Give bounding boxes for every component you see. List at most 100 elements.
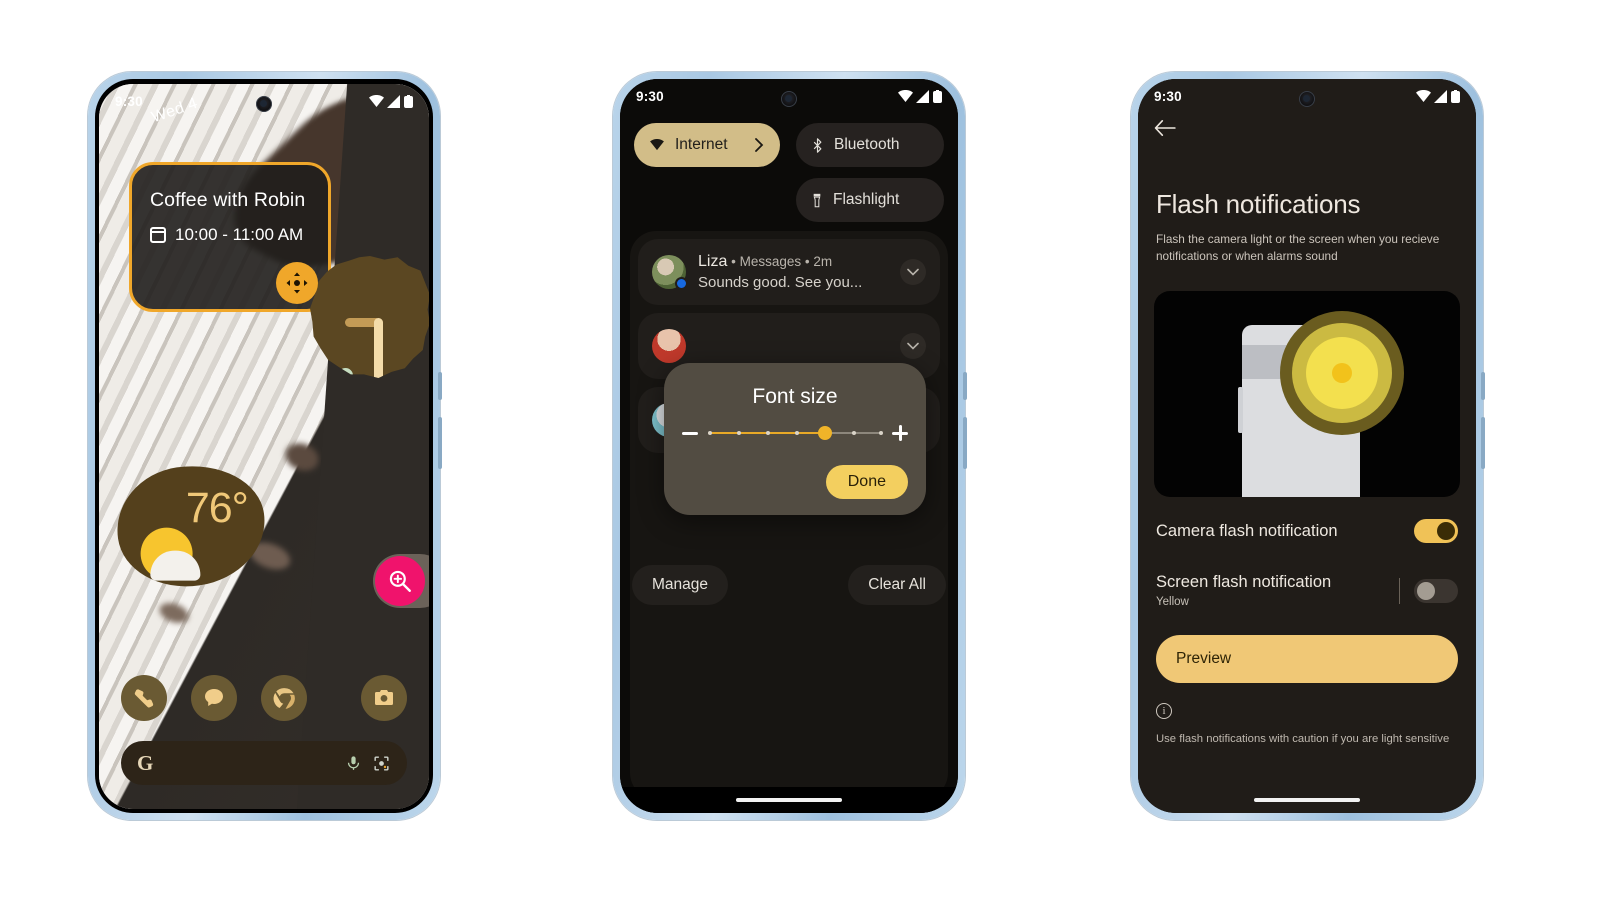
weather-temperature: 76° — [185, 484, 248, 533]
slider-thumb[interactable] — [817, 426, 832, 440]
magnifier-plus-icon[interactable] — [375, 556, 425, 606]
clock-minute-hand — [374, 318, 383, 378]
phone-app[interactable] — [121, 675, 167, 721]
tile-bluetooth[interactable]: Bluetooth — [796, 123, 944, 167]
flash-illustration — [1154, 291, 1460, 497]
navigation-bar — [620, 787, 958, 813]
battery-icon — [404, 94, 413, 108]
calendar-widget-title: Coffee with Robin — [150, 189, 306, 211]
preview-button[interactable]: Preview — [1156, 635, 1458, 683]
messages-app[interactable] — [191, 675, 237, 721]
power-button[interactable] — [1481, 417, 1485, 469]
tile-internet-label: Internet — [675, 136, 728, 153]
move-resize-icon[interactable] — [276, 262, 318, 304]
manage-button[interactable]: Manage — [632, 565, 729, 605]
camera-flash-toggle[interactable] — [1414, 519, 1458, 543]
wifi-icon — [650, 139, 664, 151]
google-search-bar[interactable]: G — [121, 741, 407, 785]
caution-text: Use flash notifications with caution if … — [1156, 733, 1450, 745]
navigation-bar — [1138, 789, 1476, 811]
cellular-icon — [387, 94, 400, 108]
chevron-down-icon[interactable] — [900, 333, 926, 359]
magnification-shortcut[interactable] — [373, 554, 429, 608]
plus-icon[interactable] — [892, 425, 908, 441]
tile-internet[interactable]: Internet — [634, 123, 780, 167]
status-icons — [898, 89, 942, 103]
google-logo-icon: G — [137, 750, 154, 775]
chevron-down-icon[interactable] — [900, 259, 926, 285]
google-lens-icon[interactable] — [372, 754, 391, 773]
done-button[interactable]: Done — [825, 465, 908, 499]
phone-quick-settings: 9:30 Internet Bluetooth Flashlight Liza … — [613, 72, 967, 820]
status-time: 9:30 — [636, 88, 664, 104]
font-size-dialog: Font size Done — [664, 363, 926, 515]
volume-button[interactable] — [963, 372, 967, 400]
status-icons — [369, 94, 413, 108]
wifi-icon — [1416, 89, 1431, 102]
settings-screen: 9:30 Flash notifications Flash the camer… — [1138, 79, 1476, 813]
notification-sender: Liza — [698, 253, 728, 270]
tile-flashlight-label: Flashlight — [833, 191, 900, 208]
cellular-icon — [916, 89, 929, 103]
page-title: Flash notifications — [1156, 189, 1361, 219]
battery-icon — [1451, 89, 1460, 103]
row-screen-flash-notification[interactable]: Screen flash notification Yellow — [1156, 573, 1458, 608]
font-size-slider-row — [682, 425, 908, 441]
flashlight-icon — [813, 193, 821, 207]
info-icon: i — [1156, 703, 1172, 719]
camera-flash-label: Camera flash notification — [1156, 521, 1338, 540]
divider — [1399, 577, 1400, 604]
notification-shade: Liza • Messages • 2m Sounds good. See yo… — [630, 231, 948, 799]
phone-home-screen: 9:30 Coffee with Robin 10:00 - 11:00 AM — [88, 72, 442, 820]
chevron-right-icon[interactable] — [754, 138, 764, 152]
tile-bluetooth-label: Bluetooth — [834, 136, 900, 153]
row-camera-flash-notification[interactable]: Camera flash notification — [1156, 519, 1458, 543]
bluetooth-icon — [813, 137, 822, 153]
power-button[interactable] — [438, 417, 442, 469]
minus-icon[interactable] — [682, 431, 698, 435]
calendar-widget-time: 10:00 - 11:00 AM — [175, 225, 304, 244]
phone-flash-notifications: 9:30 Flash notifications Flash the camer… — [1131, 72, 1485, 820]
font-size-slider[interactable] — [708, 426, 883, 440]
shade-actions: Manage Clear All — [632, 565, 946, 605]
wifi-icon — [369, 94, 384, 107]
app-badge-icon — [675, 277, 688, 290]
power-button[interactable] — [963, 417, 967, 469]
home-gesture-pill[interactable] — [736, 798, 842, 802]
avatar — [652, 255, 688, 290]
home-screen: 9:30 Coffee with Robin 10:00 - 11:00 AM — [99, 84, 429, 809]
front-camera — [1299, 91, 1315, 107]
screen-flash-label: Screen flash notification — [1156, 573, 1332, 591]
front-camera — [256, 96, 272, 112]
status-time: 9:30 — [1154, 88, 1182, 104]
cellular-icon — [1434, 89, 1447, 103]
quick-settings-tiles: Internet Bluetooth Flashlight — [634, 123, 944, 233]
microphone-icon[interactable] — [345, 754, 362, 773]
volume-button[interactable] — [1481, 372, 1485, 400]
chrome-app[interactable] — [261, 675, 307, 721]
dock — [99, 671, 429, 725]
screen-flash-toggle[interactable] — [1414, 578, 1458, 603]
font-size-title: Font size — [752, 385, 838, 408]
screen-flash-color: Yellow — [1156, 596, 1189, 608]
battery-icon — [933, 89, 942, 103]
notification-meta: • Messages • 2m — [731, 254, 833, 269]
status-time: 9:30 — [115, 93, 143, 109]
calendar-icon — [150, 227, 166, 243]
status-icons — [1416, 89, 1460, 103]
volume-button[interactable] — [438, 372, 442, 400]
front-camera — [781, 91, 797, 107]
quick-settings-screen: 9:30 Internet Bluetooth Flashlight Liza … — [620, 79, 958, 813]
tile-flashlight[interactable]: Flashlight — [796, 178, 944, 222]
home-gesture-pill[interactable] — [1254, 798, 1360, 802]
avatar — [652, 329, 686, 363]
notification-body: Sounds good. See you... — [698, 274, 863, 291]
camera-app[interactable] — [361, 675, 407, 721]
screenshot-canvas: 9:30 Coffee with Robin 10:00 - 11:00 AM — [0, 0, 1600, 900]
calendar-widget-time-row: 10:00 - 11:00 AM — [150, 225, 328, 245]
clear-all-button[interactable]: Clear All — [848, 565, 946, 605]
notification-liza[interactable]: Liza • Messages • 2m Sounds good. See yo… — [638, 239, 940, 305]
page-description: Flash the camera light or the screen whe… — [1156, 232, 1440, 263]
wifi-icon — [898, 89, 913, 102]
arrow-back-icon[interactable] — [1154, 119, 1176, 142]
